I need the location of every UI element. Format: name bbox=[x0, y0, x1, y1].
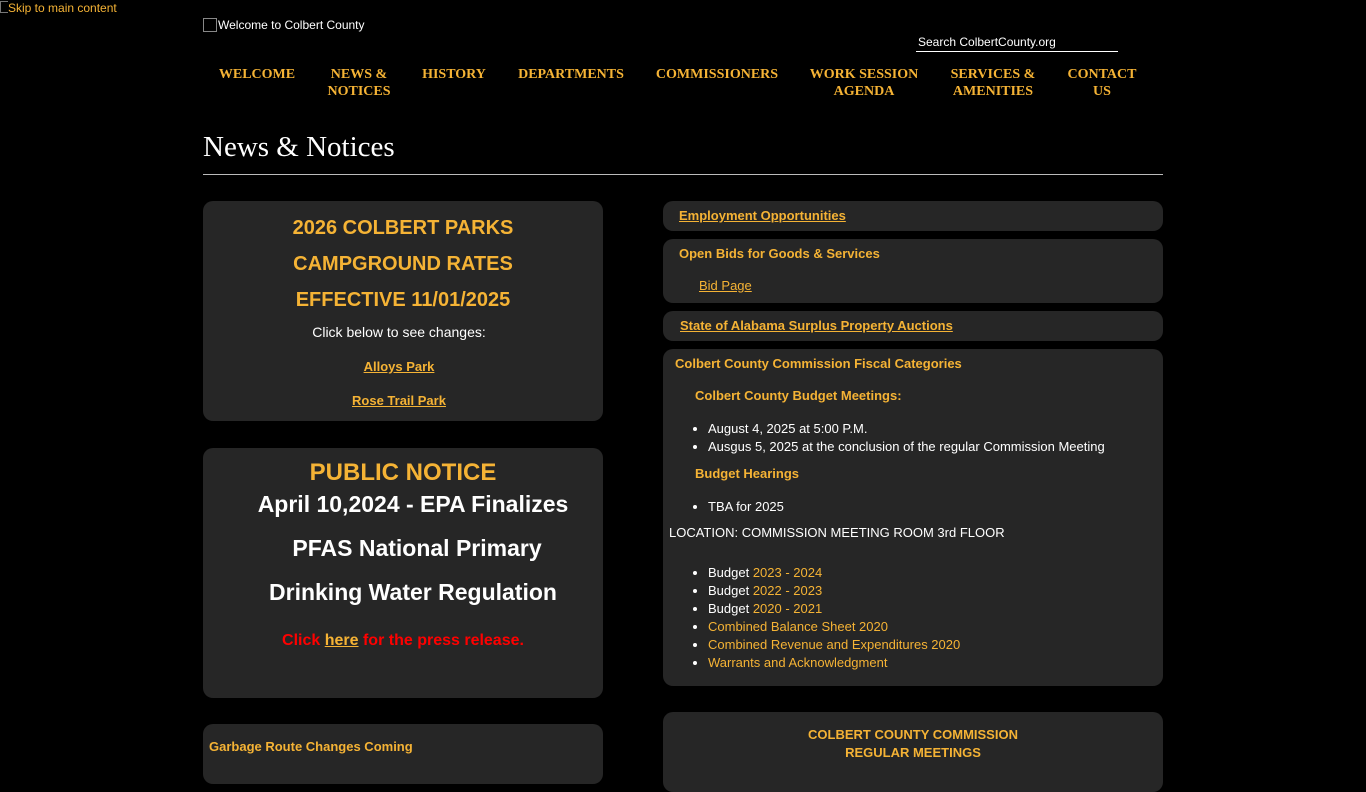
list-item: TBA for 2025 bbox=[708, 498, 784, 516]
nav-label: WELCOME bbox=[218, 67, 296, 82]
nav-services-amenities[interactable]: SERVICES & AMENITIES bbox=[944, 66, 1042, 100]
list-item: Budget 2023 - 2024 bbox=[708, 564, 960, 582]
nav-label: HISTORY bbox=[422, 67, 486, 82]
budget-meetings-list: August 4, 2025 at 5:00 P.M. Ausgus 5, 20… bbox=[663, 420, 1105, 456]
list-item: Ausgus 5, 2025 at the conclusion of the … bbox=[708, 438, 1105, 456]
list-item: August 4, 2025 at 5:00 P.M. bbox=[708, 420, 1105, 438]
nav-news-notices[interactable]: NEWS & NOTICES bbox=[318, 66, 400, 100]
nav-label: SERVICES & bbox=[950, 67, 1036, 82]
logo-alt-text: Welcome to Colbert County bbox=[218, 18, 365, 32]
budget-meetings-title: Colbert County Budget Meetings: bbox=[695, 388, 902, 403]
parks-rates-card: 2026 COLBERT PARKS CAMPGROUND RATES EFFE… bbox=[203, 201, 603, 421]
parks-heading-line: CAMPGROUND RATES bbox=[293, 253, 513, 275]
notice-line: PFAS National Primary bbox=[292, 535, 542, 561]
nav-label: AMENITIES bbox=[952, 84, 1034, 99]
budget-label: Budget bbox=[708, 583, 753, 598]
list-item: Budget 2020 - 2021 bbox=[708, 600, 960, 618]
open-bids-title: Open Bids for Goods & Services bbox=[679, 246, 880, 261]
list-item: Budget 2022 - 2023 bbox=[708, 582, 960, 600]
press-release-line: Click here for the press release. bbox=[203, 632, 603, 650]
budget-2022-2023-link[interactable]: 2022 - 2023 bbox=[753, 583, 822, 598]
warrants-link[interactable]: Warrants and Acknowledgment bbox=[708, 655, 887, 670]
notice-line: Drinking Water Regulation bbox=[269, 579, 557, 605]
budget-label: Budget bbox=[708, 565, 753, 580]
page-title: News & Notices bbox=[203, 131, 395, 163]
nav-welcome[interactable]: WELCOME bbox=[218, 66, 296, 83]
bid-page-link[interactable]: Bid Page bbox=[699, 278, 752, 293]
nav-history[interactable]: HISTORY bbox=[418, 66, 490, 83]
combined-balance-sheet-link[interactable]: Combined Balance Sheet 2020 bbox=[708, 619, 888, 634]
budget-2020-2021-link[interactable]: 2020 - 2021 bbox=[753, 601, 822, 616]
search-input[interactable] bbox=[916, 34, 1118, 52]
nav-label: CONTACT bbox=[1067, 67, 1137, 82]
nav-commissioners[interactable]: COMMISSIONERS bbox=[652, 66, 782, 83]
budget-hearings-title: Budget Hearings bbox=[695, 466, 800, 481]
broken-image-icon bbox=[203, 18, 217, 32]
combined-revenue-link[interactable]: Combined Revenue and Expenditures 2020 bbox=[708, 637, 960, 652]
nav-label: COMMISSIONERS bbox=[655, 67, 779, 82]
rose-trail-park-link[interactable]: Rose Trail Park bbox=[352, 393, 446, 408]
fiscal-categories-card: Colbert County Commission Fiscal Categor… bbox=[663, 349, 1163, 686]
parks-heading-line: EFFECTIVE 11/01/2025 bbox=[295, 289, 511, 311]
garbage-route-title: Garbage Route Changes Coming bbox=[209, 739, 413, 754]
nav-work-session-agenda[interactable]: WORK SESSION AGENDA bbox=[806, 66, 922, 100]
open-bids-card: Open Bids for Goods & Services Bid Page bbox=[663, 239, 1163, 303]
employment-link[interactable]: Employment Opportunities bbox=[679, 208, 846, 223]
nav-departments[interactable]: DEPARTMENTS bbox=[514, 66, 628, 83]
press-release-text: for the press release. bbox=[358, 632, 524, 649]
fiscal-title: Colbert County Commission Fiscal Categor… bbox=[675, 356, 962, 371]
regular-meetings-card: COLBERT COUNTY COMMISSION REGULAR MEETIN… bbox=[663, 712, 1163, 792]
parks-heading-line: 2026 COLBERT PARKS bbox=[292, 217, 514, 239]
nav-label: NEWS & bbox=[330, 67, 388, 82]
budget-docs-list: Budget 2023 - 2024 Budget 2022 - 2023 Bu… bbox=[663, 564, 960, 672]
title-divider bbox=[203, 174, 1163, 175]
nav-label: US bbox=[1093, 84, 1111, 99]
list-item: Combined Revenue and Expenditures 2020 bbox=[708, 636, 960, 654]
employment-card: Employment Opportunities bbox=[663, 201, 1163, 231]
location-text: LOCATION: COMMISSION MEETING ROOM 3rd FL… bbox=[669, 525, 1005, 540]
site-logo[interactable]: Welcome to Colbert County bbox=[203, 18, 365, 32]
skip-to-main-link[interactable]: Skip to main content bbox=[0, 1, 117, 15]
nav-label: AGENDA bbox=[833, 84, 895, 99]
regular-meetings-line: COLBERT COUNTY COMMISSION bbox=[808, 727, 1018, 742]
budget-label: Budget bbox=[708, 601, 753, 616]
nav-label: WORK SESSION bbox=[809, 67, 919, 82]
click-text: Click bbox=[282, 632, 325, 649]
regular-meetings-line: REGULAR MEETINGS bbox=[845, 745, 981, 760]
surplus-auctions-link[interactable]: State of Alabama Surplus Property Auctio… bbox=[680, 318, 953, 333]
list-item: Warrants and Acknowledgment bbox=[708, 654, 960, 672]
list-item: Combined Balance Sheet 2020 bbox=[708, 618, 960, 636]
public-notice-card: PUBLIC NOTICE April 10,2024 - EPA Finali… bbox=[203, 448, 603, 698]
press-release-link[interactable]: here bbox=[325, 632, 359, 649]
nav-label: NOTICES bbox=[327, 84, 391, 99]
nav-contact-us[interactable]: CONTACT US bbox=[1064, 66, 1140, 100]
skip-link-text: Skip to main content bbox=[8, 1, 117, 15]
surplus-auctions-card: State of Alabama Surplus Property Auctio… bbox=[663, 311, 1163, 341]
nav-label: DEPARTMENTS bbox=[518, 67, 624, 82]
parks-subtext: Click below to see changes: bbox=[312, 324, 486, 340]
notice-line: April 10,2024 - EPA Finalizes bbox=[257, 491, 569, 517]
budget-hearings-list: TBA for 2025 bbox=[663, 498, 784, 516]
budget-2023-2024-link[interactable]: 2023 - 2024 bbox=[753, 565, 822, 580]
garbage-route-card: Garbage Route Changes Coming bbox=[203, 724, 603, 784]
alloys-park-link[interactable]: Alloys Park bbox=[364, 359, 435, 374]
